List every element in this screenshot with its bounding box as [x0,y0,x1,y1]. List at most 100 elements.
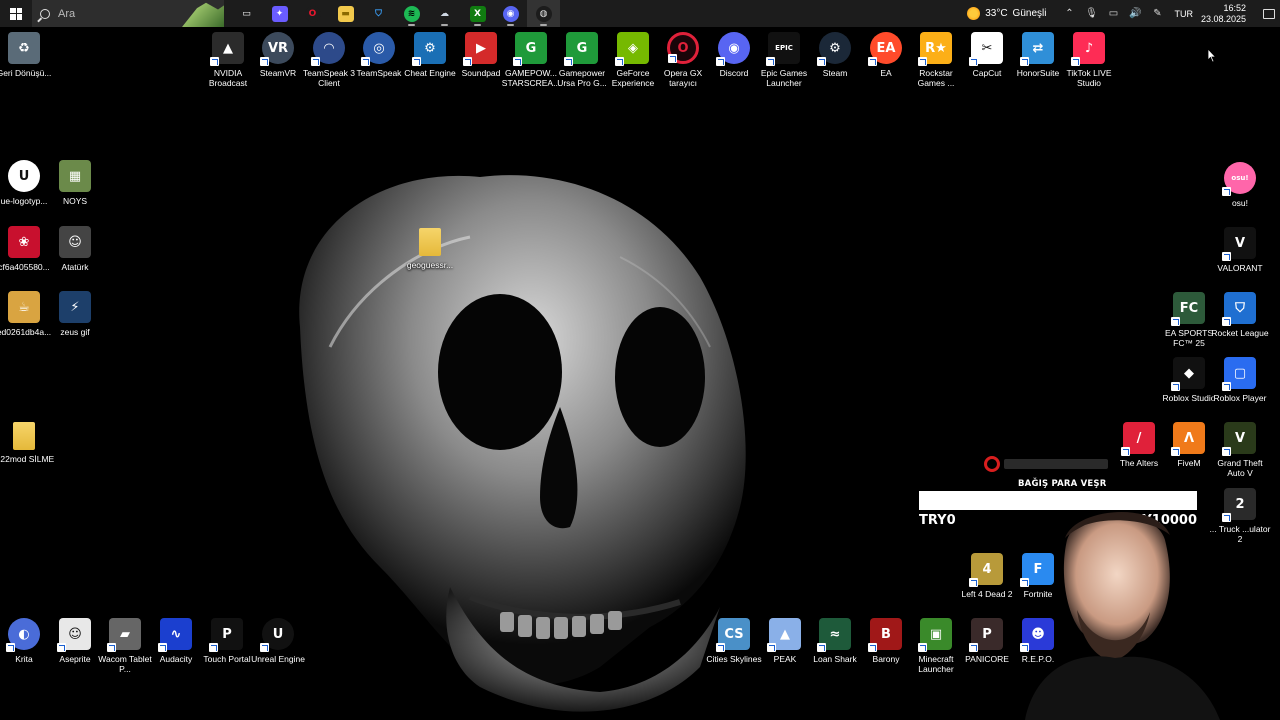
notification-center-button[interactable] [1258,0,1280,27]
desktop-icon-ed0261-image[interactable]: ☕ ed0261db4a... [0,291,51,337]
shortcut-arrow-icon [817,57,826,66]
discord-icon: ◉ [716,32,750,66]
taskbar-app-spotify[interactable]: ≋ [395,0,428,27]
ed0261-image-icon: ☕ [8,291,40,323]
desktop-icon-cf6a-image[interactable]: ❀ cf6a405580... [0,226,50,272]
taskbar: ▭ ✦ O ▬ ⛉ ≋ ☁ X ◉ ◍ 33°C Güneşli ⌃ 🎙 ▭ 🔊 ✎ TUR 16… [0,0,1280,27]
volume-icon[interactable]: 🔊 [1127,6,1143,22]
nvidia-broadcast-icon: ▲ [210,32,244,66]
desktop-icon-recycle-bin[interactable]: ♻ Geri Dönüşü... [0,32,51,78]
shortcut-arrow-icon [767,643,776,652]
desktop-icon-fs22mod-folder[interactable]: fs22mod SİLME [0,422,54,464]
desktop-icon-gamepower-ursa[interactable]: G Gamepower Ursa Pro G... [556,32,608,88]
desktop-icon-gamepower-starscream[interactable]: G GAMEPOW... STARSCREA... [502,32,560,88]
gamepower-ursa-icon: G [564,32,598,66]
desktop-icon-nvidia-broadcast[interactable]: ▲ NVIDIA Broadcast [202,32,254,88]
clock[interactable]: 16:52 23.08.2025 [1201,3,1246,25]
desktop-icon-ea-sports-fc25[interactable]: FC EA SPORTS FC™ 25 [1163,292,1215,348]
webcam-person-image [1025,511,1220,720]
taskbar-app-xbox[interactable]: X [461,0,494,27]
taskbar-search-box[interactable] [32,0,224,27]
pen-icon[interactable]: ✎ [1149,6,1165,22]
shortcut-arrow-icon [918,643,927,652]
start-button[interactable] [0,0,32,27]
shortcut-arrow-icon [107,643,116,652]
desktop-icon-krita[interactable]: ◐ Krita [0,618,50,664]
honorsuite-icon: ⇄ [1020,32,1054,66]
shortcut-arrow-icon [1222,252,1231,261]
shortcut-arrow-icon [564,57,573,66]
taskbar-app-microsoft-store[interactable]: ⛉ [362,0,395,27]
desktop-icon-gta5[interactable]: V Grand Theft Auto V [1214,422,1266,478]
desktop-icon-osu[interactable]: osu! osu! [1214,162,1266,208]
soundpad-icon: ▶ [463,32,497,66]
desktop-icon-roblox-player[interactable]: ▢ Roblox Player [1214,357,1266,403]
fs22mod-folder-icon [13,422,35,450]
language-indicator[interactable]: TUR [1174,9,1193,19]
shortcut-arrow-icon [311,57,320,66]
ue-logotype-icon: U [8,160,40,192]
desktop-icon-rockstar[interactable]: R★ Rockstar Games ... [910,32,962,88]
desktop-icon-capcut[interactable]: ✂ CapCut [961,32,1013,78]
panicore-icon: P [969,618,1003,652]
weather-widget[interactable]: 33°C Güneşli [967,7,1046,20]
chevron-up-icon[interactable]: ⌃ [1061,6,1077,22]
desktop-icon-ataturk[interactable]: ☺ Atatürk [49,226,101,272]
shortcut-arrow-icon [209,643,218,652]
desktop-icon-tiktok-live[interactable]: ♪ TikTok LIVE Studio [1063,32,1115,88]
windows-logo-icon [10,7,22,20]
network-icon[interactable]: ▭ [1105,6,1121,22]
taskbar-app-steam[interactable]: ☁ [428,0,461,27]
desktop-icon-roblox-studio[interactable]: ◆ Roblox Studio [1163,357,1215,403]
ataturk-icon: ☺ [59,226,91,258]
audacity-icon: ∿ [158,618,192,652]
donation-title: BAĞIŞ PARA VEŞR [1018,479,1107,489]
desktop-icon-steam[interactable]: ⚙ Steam [809,32,861,78]
desktop-icon-unreal-engine[interactable]: U Unreal Engine [251,618,305,664]
desktop-icon-geoguessr-folder[interactable]: geoguessr... [404,228,456,270]
desktop-icon-teamspeak3[interactable]: ◠ TeamSpeak 3 Client [303,32,355,88]
taskbar-pinned-apps: ▭ ✦ O ▬ ⛉ ≋ ☁ X ◉ ◍ [230,0,560,27]
desktop-icon-steamvr[interactable]: VR SteamVR [252,32,304,78]
desktop-icon-epic-games[interactable]: EPIC Epic Games Launcher [758,32,810,88]
shortcut-arrow-icon [361,57,370,66]
desktop-icon-wacom-tablet[interactable]: ▰ Wacom Tablet P... [98,618,152,674]
shortcut-arrow-icon [1222,317,1231,326]
desktop-icon-rocket-league[interactable]: ⛉ Rocket League [1211,292,1269,338]
desktop-icon-ue-logotype[interactable]: Uue-logotyp... [0,160,50,206]
desktop-icon-honorsuite[interactable]: ⇄ HonorSuite [1012,32,1064,78]
taskbar-app-file-explorer[interactable]: ▬ [329,0,362,27]
desktop-icon-loan-shark[interactable]: ≈ Loan Shark [809,618,861,664]
desktop-icon-minecraft-launcher[interactable]: ▣ Minecraft Launcher [910,618,962,674]
taskbar-app-discord[interactable]: ◉ [494,0,527,27]
taskbar-app-obs[interactable]: ◍ [527,0,560,27]
shortcut-arrow-icon [6,643,15,652]
desktop-icon-valorant[interactable]: V VALORANT [1214,227,1266,273]
taskbar-app-opera[interactable]: O [296,0,329,27]
desktop-icon-noys[interactable]: ▦ NOYS [49,160,101,206]
desktop-icon-label: geoguessr... [406,260,454,270]
shortcut-arrow-icon [1222,447,1231,456]
search-icon [40,8,50,19]
loan-shark-icon: ≈ [817,618,851,652]
desktop-icon-cheat-engine[interactable]: ⚙ Cheat Engine [404,32,456,78]
rocket-league-icon: ⛉ [1222,292,1256,326]
osu-icon: osu! [1222,162,1256,196]
taskbar-app-copilot[interactable]: ✦ [263,0,296,27]
steam-icon: ⚙ [817,32,851,66]
desktop-icon-audacity[interactable]: ∿ Audacity [150,618,202,664]
desktop-icon-opera-gx[interactable]: O Opera GX tarayıcı [657,32,709,88]
left4dead2-icon: 4 [969,553,1003,587]
desktop-icon-teamspeak[interactable]: ◎ TeamSpeak [353,32,405,78]
webcam-overlay [1005,500,1280,720]
taskbar-app-task-view[interactable]: ▭ [230,0,263,27]
microphone-icon[interactable]: 🎙 [1083,6,1099,22]
search-input[interactable] [58,7,178,20]
desktop-icon-touch-portal[interactable]: P Touch Portal [201,618,253,664]
noys-icon: ▦ [59,160,91,192]
desktop-icon-cities-skylines[interactable]: CS Cities Skylines [706,618,762,664]
shortcut-arrow-icon [868,57,877,66]
cheat-engine-icon: ⚙ [412,32,446,66]
desktop-icon-zeus-gif[interactable]: ⚡ zeus gif [49,291,101,337]
shortcut-arrow-icon [918,57,927,66]
